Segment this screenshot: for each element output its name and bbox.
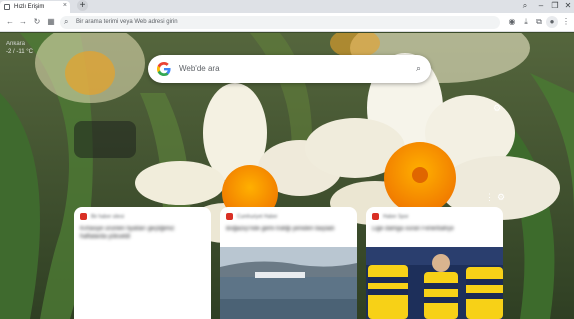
extensions-icon[interactable]: ⧉ <box>533 16 545 28</box>
news-title: Lige damga vuran Fenerbahçe <box>372 226 454 232</box>
tab-favicon-icon <box>4 4 10 10</box>
address-bar[interactable]: ⌕ Bir arama terimi veya Web adresi girin <box>60 16 500 29</box>
news-source-icon <box>226 213 233 220</box>
shortcut-tile[interactable] <box>74 121 136 158</box>
cards-controls: ⋮⚙ <box>485 192 508 203</box>
news-card[interactable]: Haber Spor Lige damga vuran Fenerbahçe <box>366 207 503 319</box>
tab-quick-access[interactable]: Hızlı Erişim × <box>0 1 70 13</box>
news-image <box>220 247 357 319</box>
lens-icon[interactable]: ◉ <box>506 16 518 28</box>
news-source-icon <box>372 213 379 220</box>
downloads-icon[interactable]: ⤓ <box>520 16 532 28</box>
new-tab-button[interactable]: + <box>77 0 88 11</box>
google-logo-icon <box>157 62 171 76</box>
minimize-icon[interactable]: – <box>534 0 548 11</box>
cards-settings-icon[interactable]: ⚙ <box>497 192 508 202</box>
search-icon: ⌕ <box>64 17 69 26</box>
news-card[interactable]: Bir haber sitesi Kırtasiye ürünleri fiya… <box>74 207 211 319</box>
news-card[interactable]: Cumhuriyet Haber Boğaziçi'nde gemi trafi… <box>220 207 357 319</box>
tab-title: Hızlı Erişim <box>14 4 45 10</box>
customize-gear-icon[interactable]: ⚙ <box>493 103 501 114</box>
profile-avatar-icon[interactable]: ● <box>546 16 558 28</box>
back-icon[interactable]: ← <box>5 17 15 27</box>
news-title: Boğaziçi'nde gemi trafiği yeniden başlad… <box>226 226 335 232</box>
news-source: Cumhuriyet Haber <box>237 213 278 220</box>
search-icon[interactable]: ⌕ <box>416 63 421 74</box>
tab-search-icon[interactable]: ⌕ <box>518 0 532 11</box>
weather-temperature: -2 / -11 °C <box>6 49 33 55</box>
news-source: Haber Spor <box>383 213 409 220</box>
menu-icon[interactable]: ⋮ <box>560 16 572 28</box>
forward-icon[interactable]: → <box>18 17 28 27</box>
search-placeholder: Web'de ara <box>179 64 220 73</box>
cards-more-icon[interactable]: ⋮ <box>485 192 497 202</box>
news-source: Bir haber sitesi <box>91 213 125 220</box>
news-title: Kırtasiye ürünleri fiyatları geçtiğimiz … <box>80 226 175 240</box>
browser-toolbar: ← → ↻ ▦ ⌕ Bir arama terimi veya Web adre… <box>0 13 574 32</box>
weather-widget[interactable]: Ankara -2 / -11 °C <box>6 40 33 56</box>
news-source-icon <box>80 213 87 220</box>
restore-icon[interactable]: ❐ <box>548 0 562 11</box>
weather-location: Ankara <box>6 41 26 47</box>
tab-close-icon[interactable]: × <box>63 2 67 9</box>
close-window-icon[interactable]: ✕ <box>561 0 574 11</box>
news-image <box>366 247 503 319</box>
web-search-box[interactable]: Web'de ara ⌕ <box>148 55 431 83</box>
address-bar-placeholder: Bir arama terimi veya Web adresi girin <box>76 19 178 25</box>
tab-strip: Hızlı Erişim × + ⌕ – ❐ ✕ <box>0 0 574 13</box>
reload-icon[interactable]: ↻ <box>32 17 42 27</box>
apps-icon[interactable]: ▦ <box>46 17 56 27</box>
